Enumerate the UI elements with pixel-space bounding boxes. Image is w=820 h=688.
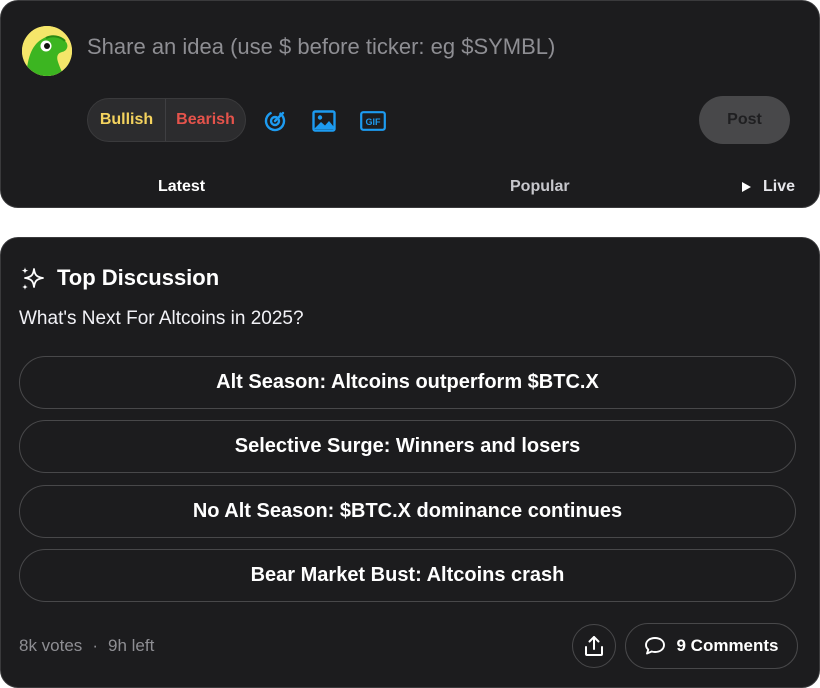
vote-count: 8k votes xyxy=(19,636,83,655)
gif-icon[interactable]: GIF xyxy=(359,108,387,134)
time-left: 9h left xyxy=(107,636,155,655)
post-composer: Share an idea (use $ before ticker: eg $… xyxy=(0,0,820,208)
poll-option[interactable]: No Alt Season: $BTC.X dominance continue… xyxy=(19,485,796,538)
tab-latest[interactable]: Latest xyxy=(158,178,205,196)
poll-question: What's Next For Altcoins in 2025? xyxy=(19,308,304,329)
tab-live-label: Live xyxy=(763,178,796,195)
image-icon[interactable] xyxy=(311,108,337,134)
comments-label: 9 Comments xyxy=(676,636,779,655)
tab-live[interactable]: Live xyxy=(741,178,795,196)
target-icon[interactable] xyxy=(262,108,288,134)
idea-input[interactable]: Share an idea (use $ before ticker: eg $… xyxy=(87,34,555,60)
poll-option[interactable]: Alt Season: Altcoins outperform $BTC.X xyxy=(19,356,796,409)
poll-meta: 8k votes · 9h left xyxy=(19,636,154,656)
share-button[interactable] xyxy=(572,624,616,668)
bearish-button[interactable]: Bearish xyxy=(166,99,245,141)
post-button[interactable]: Post xyxy=(699,96,790,144)
discussion-title: Top Discussion xyxy=(57,265,220,290)
gif-label: GIF xyxy=(366,117,382,127)
tab-popular[interactable]: Popular xyxy=(510,178,570,196)
sparkle-icon xyxy=(21,267,44,290)
sentiment-toggle: Bullish Bearish xyxy=(87,98,246,142)
poll-option[interactable]: Selective Surge: Winners and losers xyxy=(19,420,796,473)
avatar[interactable] xyxy=(22,26,72,76)
share-icon xyxy=(585,636,603,656)
poll-option[interactable]: Bear Market Bust: Altcoins crash xyxy=(19,549,796,602)
bullish-button[interactable]: Bullish xyxy=(88,99,166,141)
play-icon xyxy=(742,182,751,192)
comment-icon xyxy=(645,637,666,655)
meta-separator: · xyxy=(92,636,98,655)
comments-button[interactable]: 9 Comments xyxy=(625,623,798,669)
